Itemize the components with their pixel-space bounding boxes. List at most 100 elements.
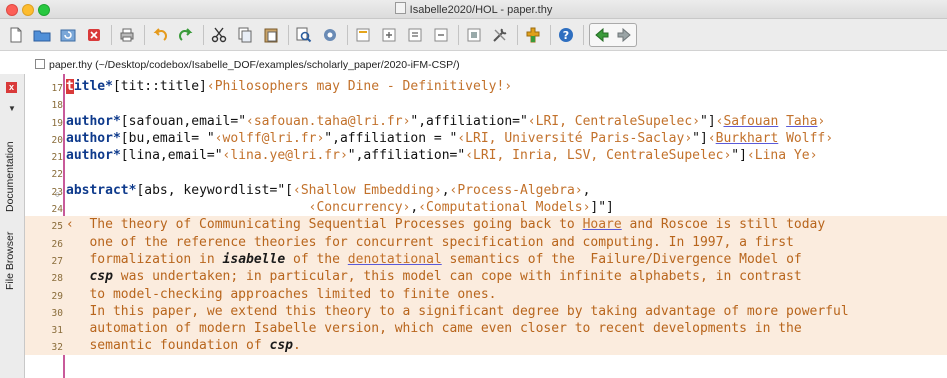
- code-text: "]: [700, 113, 716, 129]
- text-block-line: 27 formalization in isabelle of the deno…: [25, 250, 947, 269]
- code-text: ",affiliation = ": [324, 130, 458, 146]
- copy-icon[interactable]: [235, 25, 255, 45]
- string-literal: ‹LRI, Université Paris-Saclay›: [457, 130, 693, 146]
- back-icon[interactable]: [592, 25, 612, 45]
- code-line: 18: [25, 95, 947, 112]
- code-text: "]: [692, 130, 708, 146]
- close-icon[interactable]: [84, 25, 104, 45]
- underlined-word[interactable]: Safouan: [723, 114, 778, 129]
- window-titlebar: Isabelle2020/HOL - paper.thy: [0, 0, 947, 19]
- text-editor[interactable]: 17 title*[tit::title]‹Philosophers may Di…: [25, 74, 947, 378]
- toolbar-separator: [550, 24, 551, 45]
- text-block-line: 25 ‹ The theory of Communicating Sequenti…: [25, 216, 947, 234]
- redo-icon[interactable]: [176, 25, 196, 45]
- code-line: 19 author*[safouan,email="‹safouan.taha@l…: [25, 113, 947, 130]
- code-line: 21 author*[lina,email="‹lina.ye@lri.fr›",…: [25, 147, 947, 164]
- text-block-line: 30 In this paper, we extend this theory …: [25, 302, 947, 321]
- file-checkbox[interactable]: [35, 59, 45, 69]
- code-text: [abs, keywordlist="[: [136, 182, 293, 198]
- file-path-text: paper.thy (~/Desktop/codebox/Isabelle_DO…: [49, 59, 460, 71]
- plugin-icon[interactable]: [523, 25, 543, 45]
- toolbar-separator: [288, 24, 289, 45]
- code-text: ,: [441, 182, 450, 198]
- string-literal: ‹safouan.taha@lri.fr›: [246, 113, 411, 129]
- antiquotation: isabelle: [222, 251, 286, 267]
- window-title-text: Isabelle2020/HOL - paper.thy: [409, 4, 553, 16]
- keyword: author*: [66, 148, 121, 164]
- text-block-line: 31 automation of modern Isabelle version…: [25, 320, 947, 338]
- text-block-line: 29 to model-checking approaches limited …: [25, 285, 947, 303]
- code-text: ",affiliation=": [347, 148, 466, 164]
- text-content: was undertaken; in particular, this mode…: [112, 269, 802, 285]
- toolbar-separator: [111, 24, 112, 45]
- code-text: [lina,email=": [120, 148, 223, 164]
- string-literal: ›: [817, 113, 826, 129]
- code-text: [safouan,email=": [120, 113, 247, 129]
- underlined-word[interactable]: Hoare: [583, 217, 622, 232]
- string-literal: ‹Process-Algebra›: [449, 182, 583, 198]
- string-literal: ‹Shallow Embedding›: [293, 182, 442, 198]
- string-literal: Wolff›: [778, 130, 834, 146]
- string-literal: ‹Lina Ye›: [746, 148, 818, 164]
- code-text: ]"]: [590, 200, 614, 216]
- editor-lines: 17 title*[tit::title]‹Philosophers may Di…: [25, 78, 947, 355]
- tab-documentation[interactable]: Documentation: [4, 141, 16, 212]
- help-icon[interactable]: ?: [556, 25, 576, 45]
- text-block-line: 28 csp was undertaken; in particular, th…: [25, 268, 947, 286]
- undo-icon[interactable]: [150, 25, 170, 45]
- string-literal: ‹Concurrency›: [308, 200, 411, 216]
- text-content: ‹ The theory of Communicating Sequential…: [66, 217, 583, 233]
- toolbar: ?: [0, 19, 947, 51]
- underlined-word[interactable]: Taha: [786, 114, 817, 129]
- text-content: and Roscoe is still today: [621, 217, 826, 233]
- code-line: 20 author*[bu,email= "‹wolff@lri.fr›",aff…: [25, 130, 947, 147]
- text-block-line: 26 one of the reference theories for con…: [25, 233, 947, 251]
- reload-icon[interactable]: [58, 25, 78, 45]
- antiquotation: csp: [89, 269, 113, 285]
- text-content: [66, 269, 89, 284]
- cut-icon[interactable]: [209, 25, 229, 45]
- new-file-icon[interactable]: [6, 25, 26, 45]
- dock-menu-icon[interactable]: ▼: [8, 104, 16, 113]
- text-content: to model-checking approaches limited to …: [66, 286, 497, 302]
- forward-icon[interactable]: [614, 25, 634, 45]
- expand-icon[interactable]: [405, 25, 425, 45]
- unfold-icon[interactable]: [379, 25, 399, 45]
- text-content: one of the reference theories for concur…: [66, 234, 794, 250]
- text-content: In this paper, we extend this theory to …: [66, 303, 849, 319]
- find-icon[interactable]: [294, 25, 314, 45]
- toolbar-separator: [144, 24, 145, 45]
- code-line: 24 ‹Concurrency›,‹Computational Models›]…: [25, 199, 947, 216]
- print-icon[interactable]: [117, 25, 137, 45]
- tab-file-browser[interactable]: File Browser: [4, 232, 16, 290]
- fold-icon[interactable]: [353, 25, 373, 45]
- close-dock-icon[interactable]: x: [6, 82, 17, 93]
- toolbar-separator: [203, 24, 204, 45]
- underlined-word[interactable]: denotational: [348, 252, 442, 267]
- keyword: abstract*: [66, 182, 137, 198]
- text-block-line: 32 semantic foundation of csp.: [25, 337, 947, 355]
- tools-icon[interactable]: [490, 25, 510, 45]
- code-text: ,: [582, 182, 591, 198]
- code-line: 17 title*[tit::title]‹Philosophers may Di…: [25, 78, 947, 95]
- text-content: formalization in: [66, 251, 223, 267]
- toolbar-separator: [347, 24, 348, 45]
- toolbar-separator: [458, 24, 459, 45]
- code-text: [tit::title]: [112, 79, 207, 94]
- keyword: itle*: [73, 79, 113, 94]
- open-folder-icon[interactable]: [32, 25, 52, 45]
- collapse-icon[interactable]: [431, 25, 451, 45]
- string-literal: ‹LRI, CentraleSupelec›: [527, 113, 700, 129]
- keyword: author*: [66, 130, 121, 146]
- paste-icon[interactable]: [261, 25, 281, 45]
- file-path-bar[interactable]: paper.thy (~/Desktop/codebox/Isabelle_DO…: [33, 57, 947, 73]
- string-literal: ‹Philosophers may Dine - Definitively!›: [206, 79, 513, 94]
- svg-text:?: ?: [563, 29, 569, 42]
- line-number: 32: [51, 342, 63, 354]
- antiquotation: csp: [269, 338, 293, 354]
- underlined-word[interactable]: Burkhart: [716, 131, 779, 146]
- find-replace-icon[interactable]: [320, 25, 340, 45]
- select-icon[interactable]: [464, 25, 484, 45]
- text-content: .: [292, 338, 301, 354]
